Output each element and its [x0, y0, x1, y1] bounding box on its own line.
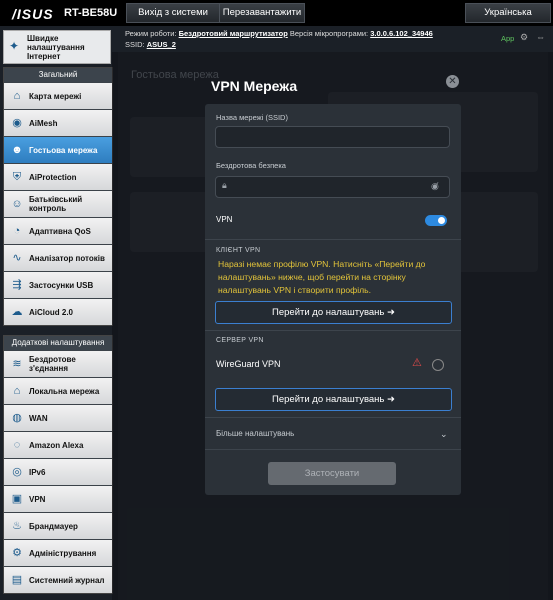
- wan-icon: ◍: [12, 412, 22, 424]
- firmware-label: Версія мікропрограми:: [289, 29, 369, 38]
- administration-icon: ⚙: [12, 547, 22, 559]
- status-line-mode: Режим роботи: Бездротовий маршрутизатор …: [125, 29, 433, 38]
- sidebar-general-title: Загальний: [4, 68, 112, 82]
- quick-setup-item[interactable]: ✦ Швидке налаштування Інтернет: [3, 30, 111, 64]
- eye-slash-icon[interactable]: ◉̸: [431, 181, 439, 192]
- vpn-icon: ▣: [11, 493, 23, 505]
- mode-label: Режим роботи:: [125, 29, 177, 38]
- sidebar-general: Загальний ⌂ Карта мережі ◉ AiMesh ☻ Гостьов…: [3, 67, 113, 326]
- arrow-right-icon: ➜: [387, 394, 395, 405]
- no-profile-warning: Наразі немає профілю VPN. Натисніть «Пер…: [218, 259, 426, 295]
- wireguard-radio[interactable]: [432, 359, 444, 371]
- ssid-field-label: Назва мережі (SSID): [216, 113, 288, 122]
- warning-icon: ⚠: [412, 357, 422, 369]
- aiprotection-icon: ⛨: [12, 171, 22, 183]
- sidebar-item-parental-control[interactable]: ☺ Батьківський контроль: [4, 190, 112, 217]
- sidebar-item-vpn[interactable]: ▣ VPN: [4, 485, 112, 512]
- apply-button[interactable]: Застосувати: [268, 462, 396, 485]
- goto-settings-client-button[interactable]: Перейти до налаштувань ➜: [215, 301, 452, 324]
- quick-setup-label: Швидке налаштування Інтернет: [27, 34, 85, 61]
- sidebar-item-lan[interactable]: ⌂ Локальна мережа: [4, 377, 112, 404]
- goto-settings-server-button[interactable]: Перейти до налаштувань ➜: [215, 388, 452, 411]
- sidebar-advanced-title: Додаткові налаштування: [4, 336, 112, 350]
- divider: [205, 417, 461, 418]
- vpn-toggle-label: VPN: [216, 215, 233, 224]
- sidebar-item-guest-network[interactable]: ☻ Гостьова мережа: [4, 136, 112, 163]
- toggle-knob: [438, 217, 445, 224]
- aicloud-icon: ☁: [11, 306, 23, 318]
- sidebar-item-traffic-analyzer[interactable]: ∿ Аналізатор потоків: [4, 244, 112, 271]
- firmware-link[interactable]: 3.0.0.6.102_34946: [370, 29, 433, 38]
- aimesh-icon: ◉: [12, 117, 22, 129]
- app-link[interactable]: App: [501, 34, 514, 43]
- arrow-right-icon: ➜: [387, 307, 395, 318]
- firewall-icon: ♨: [12, 520, 22, 532]
- ssid-input[interactable]: [215, 126, 450, 148]
- system-log-icon: ▤: [11, 574, 23, 586]
- security-field-label: Бездротова безпека: [216, 161, 286, 170]
- sidebar-advanced: Додаткові налаштування ≋ Бездротове з'єдн…: [3, 335, 113, 594]
- lan-icon: ⌂: [13, 385, 21, 397]
- ssid-link[interactable]: ASUS_2: [147, 40, 176, 49]
- sidebar-item-aiprotection[interactable]: ⛨ AiProtection: [4, 163, 112, 190]
- alexa-icon: ◌: [13, 439, 21, 451]
- logout-button[interactable]: Вихід з системи: [126, 3, 220, 23]
- close-icon[interactable]: ✕: [446, 75, 459, 88]
- usb-status-icon[interactable]: ⇔: [536, 32, 545, 42]
- sidebar-item-aimesh[interactable]: ◉ AiMesh: [4, 109, 112, 136]
- language-select[interactable]: Українська: [465, 3, 551, 23]
- sidebar-item-ipv6[interactable]: ◎ IPv6: [4, 458, 112, 485]
- mode-link[interactable]: Бездротовий маршрутизатор: [179, 29, 288, 38]
- vpn-toggle[interactable]: [425, 215, 447, 226]
- status-line-ssid: SSID: ASUS_2: [125, 40, 176, 49]
- ipv6-icon: ◎: [12, 466, 22, 478]
- divider: [205, 449, 461, 450]
- sidebar-item-network-map[interactable]: ⌂ Карта мережі: [4, 82, 112, 109]
- modal-title: VPN Мережа: [211, 78, 298, 94]
- asus-logo: /ISUS: [12, 6, 54, 22]
- wireless-icon: ≋: [12, 358, 22, 370]
- divider: [205, 330, 461, 331]
- divider: [205, 239, 461, 240]
- settings-icon[interactable]: ⚙: [520, 32, 528, 43]
- reboot-button[interactable]: Перезавантажити: [219, 3, 305, 23]
- wand-icon: ✦: [9, 39, 20, 53]
- sidebar-item-alexa[interactable]: ◌ Amazon Alexa: [4, 431, 112, 458]
- usb-icon: ⇶: [12, 279, 22, 291]
- guest-network-icon: ☻: [11, 144, 23, 156]
- top-bar: /ISUS RT-BE58U Вихід з системи Перезаван…: [0, 0, 553, 26]
- sidebar-item-administration[interactable]: ⚙ Адміністрування: [4, 539, 112, 566]
- wireguard-label: WireGuard VPN: [216, 359, 281, 369]
- sidebar-item-qos[interactable]: ◔ Адаптивна QoS: [4, 217, 112, 244]
- network-map-icon: ⌂: [13, 90, 21, 102]
- sidebar-item-firewall[interactable]: ♨ Брандмауер: [4, 512, 112, 539]
- parental-control-icon: ☺: [11, 198, 23, 210]
- vpn-client-header: КЛІЄНТ VPN: [216, 247, 261, 254]
- more-settings-toggle[interactable]: Більше налаштувань: [216, 429, 294, 438]
- sidebar-item-wireless[interactable]: ≋ Бездротове з'єднання: [4, 350, 112, 377]
- traffic-analyzer-icon: ∿: [12, 252, 22, 264]
- security-input[interactable]: [215, 176, 450, 198]
- sidebar-item-usb[interactable]: ⇶ Застосунки USB: [4, 271, 112, 298]
- sidebar-item-wan[interactable]: ◍ WAN: [4, 404, 112, 431]
- sidebar-item-system-log[interactable]: ▤ Системний журнал: [4, 566, 112, 593]
- model-name: RT-BE58U: [64, 7, 118, 19]
- qos-icon: ◔: [13, 225, 21, 237]
- ssid-label: SSID:: [125, 40, 145, 49]
- vpn-server-header: СЕРВЕР VPN: [216, 337, 264, 344]
- chevron-down-icon[interactable]: ⌄: [440, 429, 448, 440]
- sidebar-item-aicloud[interactable]: ☁ AiCloud 2.0: [4, 298, 112, 325]
- lock-icon: 🔒︎: [222, 180, 227, 190]
